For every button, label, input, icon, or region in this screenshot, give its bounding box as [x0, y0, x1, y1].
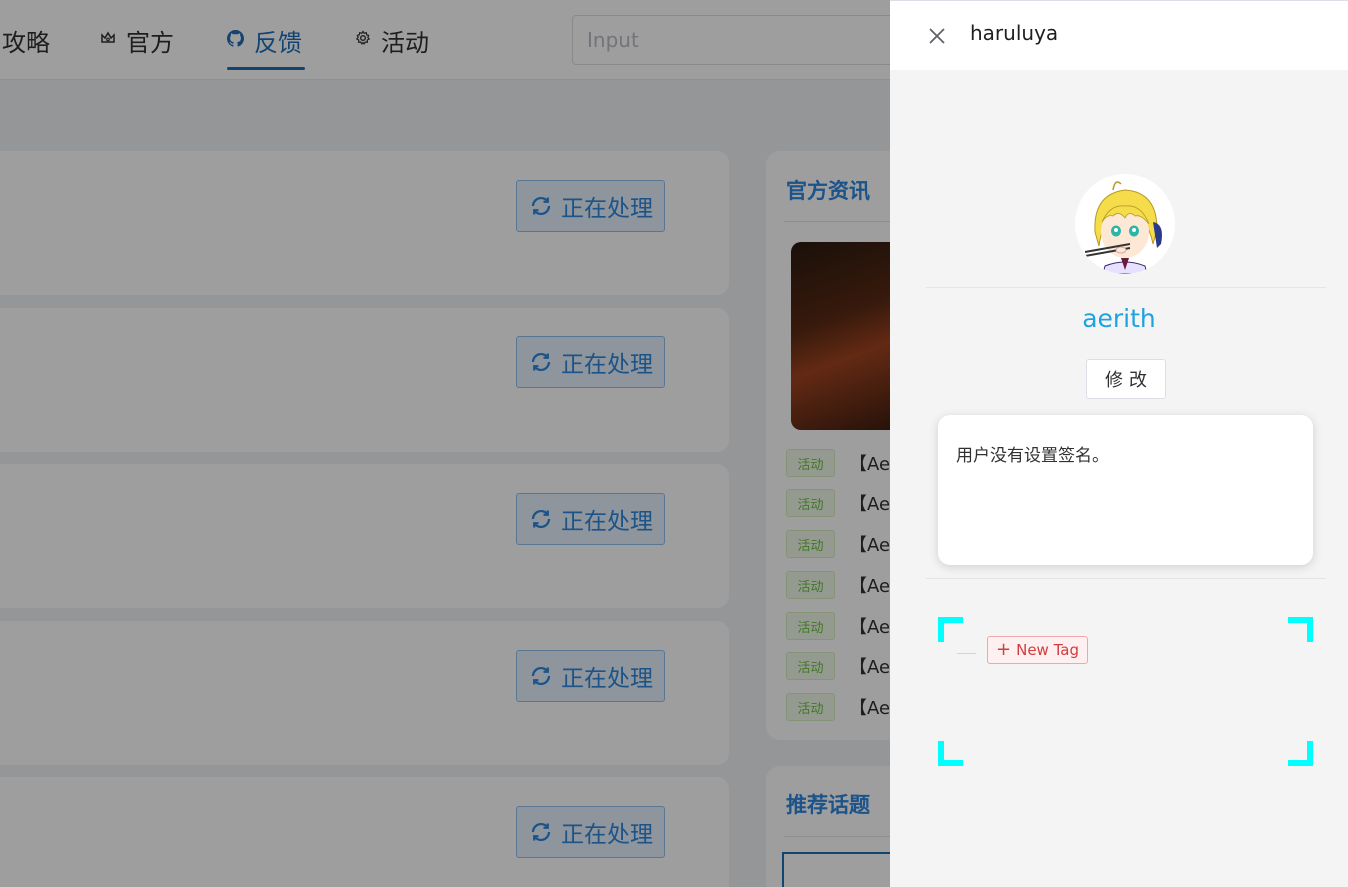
user-profile-drawer: haruluya aerith 修改 用户没有设置签名。 + New Tag [890, 0, 1348, 887]
divider [926, 287, 1326, 288]
tag-area-corner-bracket [938, 617, 963, 642]
tag-area-corner-bracket [1288, 617, 1313, 642]
signature-text: 用户没有设置签名。 [956, 446, 1109, 466]
edit-profile-button[interactable]: 修改 [1086, 359, 1166, 399]
signature-box: 用户没有设置签名。 [938, 415, 1313, 565]
new-tag-button[interactable]: + New Tag [987, 636, 1088, 664]
new-tag-label: New Tag [1016, 641, 1079, 659]
avatar[interactable] [1075, 174, 1175, 274]
tag-area-corner-bracket [1288, 741, 1313, 766]
plus-icon: + [996, 639, 1012, 660]
username: aerith [1082, 304, 1156, 333]
tag-area-corner-bracket [938, 741, 963, 766]
drawer-title: haruluya [970, 21, 1059, 45]
drawer-header: haruluya [890, 0, 1348, 70]
close-icon[interactable] [926, 25, 948, 47]
divider [926, 578, 1326, 579]
tag-placeholder-line [957, 653, 976, 654]
